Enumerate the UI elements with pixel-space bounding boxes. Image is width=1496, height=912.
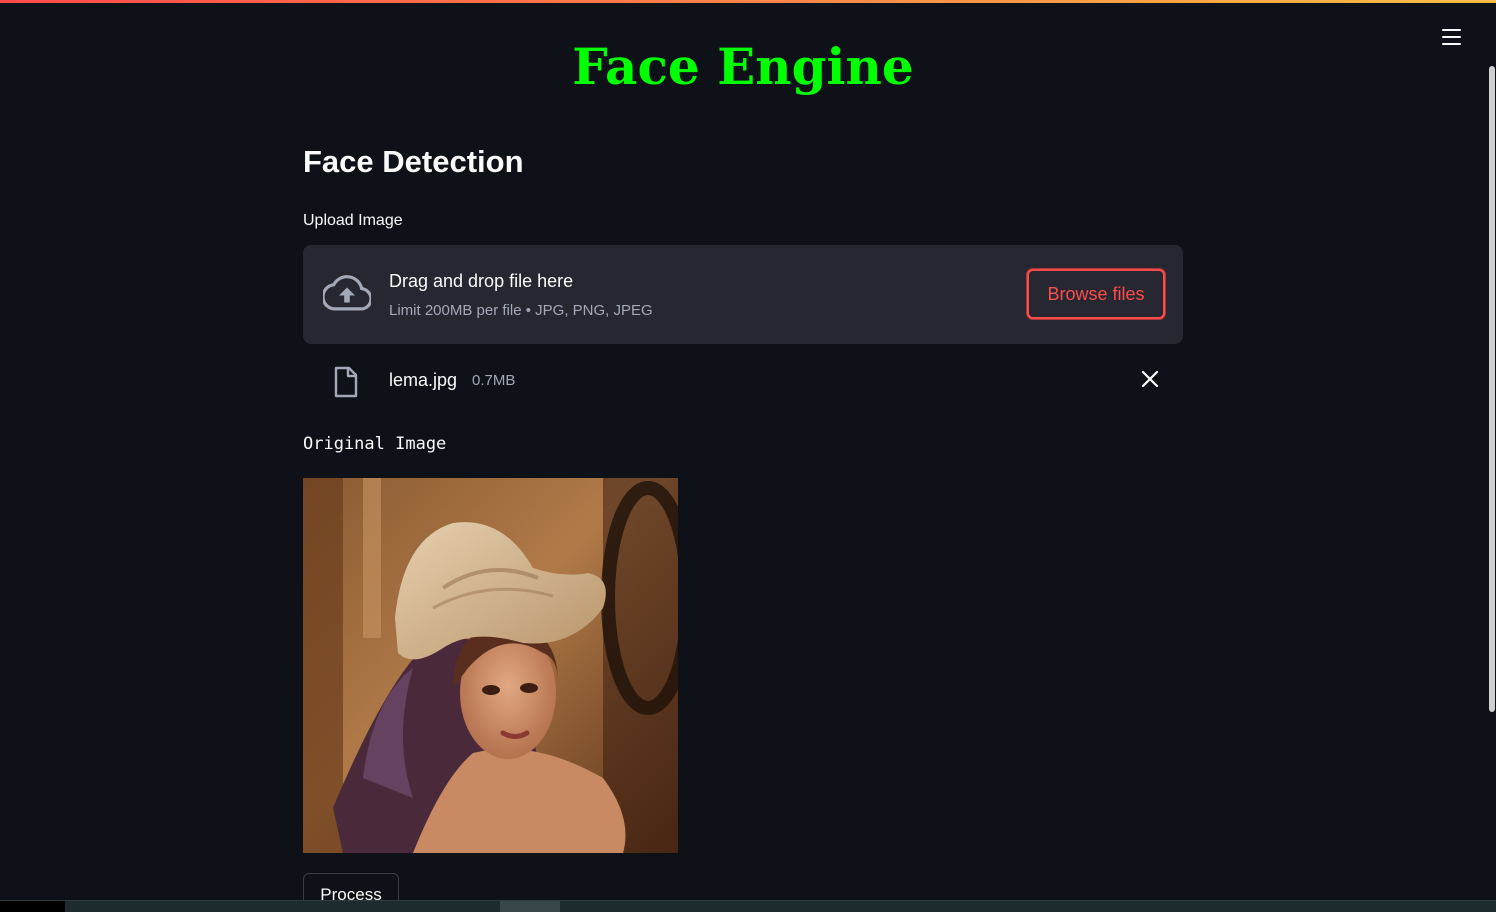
taskbar-active-app[interactable]	[500, 901, 560, 912]
taskbar-start[interactable]	[0, 901, 65, 912]
top-decoration-bar	[0, 0, 1496, 3]
file-dropzone[interactable]: Drag and drop file here Limit 200MB per …	[303, 245, 1183, 344]
close-icon[interactable]	[1139, 368, 1161, 390]
dropzone-instructions: Drag and drop file here	[389, 271, 574, 291]
uploaded-file-row: lema.jpg 0.7MB	[303, 356, 1183, 404]
upload-label: Upload Image	[303, 212, 403, 229]
uploaded-file-size: 0.7MB	[472, 372, 516, 389]
page-title: Face Engine	[572, 37, 914, 96]
file-icon	[334, 366, 358, 398]
portrait-photo	[303, 478, 678, 853]
section-heading: Face Detection	[303, 144, 524, 179]
scrollbar-thumb[interactable]	[1489, 66, 1495, 712]
uploaded-file-name: lema.jpg	[389, 370, 458, 390]
os-taskbar	[0, 900, 1496, 912]
hamburger-menu-icon[interactable]	[1436, 24, 1466, 50]
cloud-upload-icon	[323, 275, 371, 311]
app-root: Face Engine Face Detection Upload Image …	[0, 0, 1496, 912]
browse-files-button[interactable]: Browse files	[1027, 269, 1165, 319]
dropzone-limit-text: Limit 200MB per file • JPG, PNG, JPEG	[389, 302, 653, 319]
original-image	[303, 478, 678, 853]
image-caption: Original Image	[303, 434, 447, 454]
